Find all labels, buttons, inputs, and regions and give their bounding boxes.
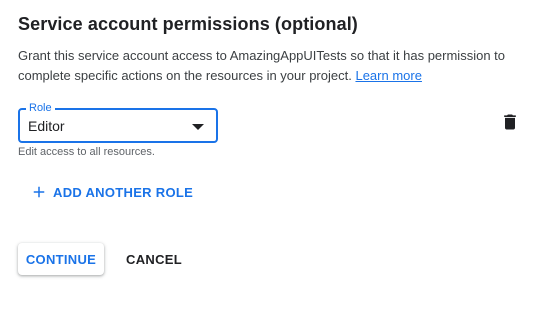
trash-icon bbox=[504, 114, 516, 130]
role-field-label: Role bbox=[26, 101, 55, 115]
continue-button[interactable]: CONTINUE bbox=[18, 243, 104, 275]
role-hint-text: Edit access to all resources. bbox=[18, 146, 155, 158]
plus-icon bbox=[33, 186, 45, 198]
section-description: Grant this service account access to Ama… bbox=[18, 46, 528, 86]
description-text: Grant this service account access to Ama… bbox=[18, 48, 505, 83]
learn-more-link[interactable]: Learn more bbox=[355, 68, 421, 83]
role-selected-value: Editor bbox=[28, 118, 65, 134]
cancel-button[interactable]: CANCEL bbox=[120, 243, 188, 275]
service-account-permissions-page: Service account permissions (optional) G… bbox=[0, 0, 550, 316]
dropdown-arrow-icon bbox=[192, 124, 204, 130]
delete-role-button[interactable] bbox=[500, 112, 520, 132]
add-another-role-button[interactable]: ADD ANOTHER ROLE bbox=[30, 182, 193, 202]
role-select[interactable]: Role Editor bbox=[18, 101, 218, 143]
add-another-role-label: ADD ANOTHER ROLE bbox=[53, 184, 194, 200]
page-title: Service account permissions (optional) bbox=[18, 14, 358, 34]
